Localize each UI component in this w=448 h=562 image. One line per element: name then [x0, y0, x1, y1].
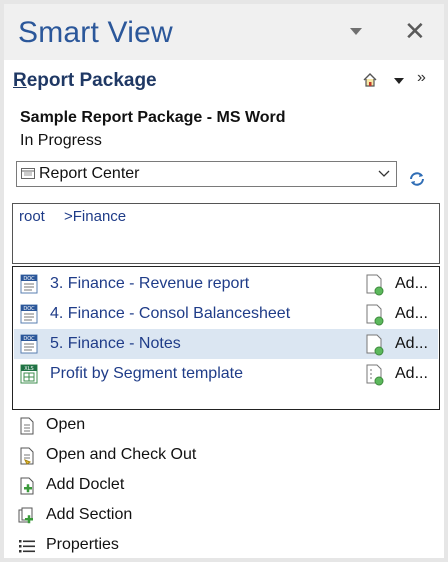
panel-title: Report Package [13, 70, 157, 92]
properties-icon [19, 540, 35, 553]
doclet-name: 3. Finance - Revenue report [50, 275, 250, 292]
home-icon[interactable] [362, 72, 378, 88]
check-out-icon [20, 447, 34, 465]
doclet-status-icon [366, 334, 384, 356]
action-label: Open [46, 416, 86, 433]
panel-menu-dropdown-icon[interactable] [394, 78, 404, 84]
excel-doc-icon: XLS [20, 364, 38, 384]
word-doc-icon: DOC [20, 334, 38, 354]
doclet-name: Profit by Segment template [50, 365, 243, 382]
selected-source: Report Center [39, 165, 140, 182]
panel-title-accelerator: R [13, 70, 27, 91]
file-type-label: DOC [23, 336, 35, 342]
doclet-status-icon [366, 274, 384, 296]
file-type-label: DOC [23, 306, 35, 312]
smart-view-pane: Smart View ✕ Report Package » Sample Rep… [4, 4, 444, 558]
expand-chevron-icon[interactable]: » [417, 69, 426, 87]
list-item[interactable]: DOC 4. Finance - Consol Balancesheet Ad.… [14, 299, 438, 329]
add-section-icon [18, 507, 33, 524]
action-label: Add Section [46, 506, 133, 523]
breadcrumb: root >Finance [12, 203, 440, 264]
app-title: Smart View [18, 16, 173, 49]
pane-options-dropdown-icon[interactable] [350, 28, 362, 35]
report-center-icon [21, 168, 35, 179]
properties-action[interactable]: Properties [18, 534, 318, 558]
file-type-label: XLS [24, 366, 33, 372]
close-icon[interactable]: ✕ [404, 18, 426, 44]
doclet-name: 4. Finance - Consol Balancesheet [50, 305, 291, 322]
doclet-status-icon [366, 364, 384, 386]
chevron-down-icon[interactable] [378, 168, 390, 178]
doclet-status: Ad... [395, 305, 428, 322]
doclet-list: DOC 3. Finance - Revenue report Ad... DO… [12, 266, 440, 410]
package-name: Sample Report Package - MS Word [20, 109, 286, 126]
action-label: Properties [46, 536, 119, 553]
add-doclet-icon [20, 477, 34, 495]
action-label: Add Doclet [46, 476, 125, 493]
panel-title-rest: eport Package [26, 70, 157, 91]
doclet-status-icon [366, 304, 384, 326]
open-action[interactable]: Open [18, 414, 318, 438]
word-doc-icon: DOC [20, 304, 38, 324]
package-status: In Progress [20, 132, 102, 149]
breadcrumb-finance[interactable]: >Finance [64, 208, 126, 225]
list-item[interactable]: DOC 3. Finance - Revenue report Ad... [14, 269, 438, 299]
word-doc-icon: DOC [20, 274, 38, 294]
breadcrumb-root[interactable]: root [19, 208, 45, 225]
pane-title-bar: Smart View ✕ [4, 4, 444, 60]
doclet-status: Ad... [395, 365, 428, 382]
list-item-selected[interactable]: DOC 5. Finance - Notes Ad... [14, 329, 438, 359]
doclet-name: 5. Finance - Notes [50, 335, 181, 352]
file-type-label: DOC [23, 276, 35, 282]
action-label: Open and Check Out [46, 446, 197, 463]
list-item[interactable]: XLS Profit by Segment template Ad... [14, 359, 438, 389]
doclet-status: Ad... [395, 275, 428, 292]
doclet-status: Ad... [395, 335, 428, 352]
add-section-action[interactable]: Add Section [18, 504, 318, 528]
open-and-check-out-action[interactable]: Open and Check Out [18, 444, 318, 468]
open-document-icon [20, 417, 34, 435]
refresh-icon[interactable] [408, 170, 426, 188]
pane-content: Report Package » Sample Report Package -… [4, 60, 444, 558]
report-center-select[interactable]: Report Center [16, 161, 397, 187]
add-doclet-action[interactable]: Add Doclet [18, 474, 318, 498]
